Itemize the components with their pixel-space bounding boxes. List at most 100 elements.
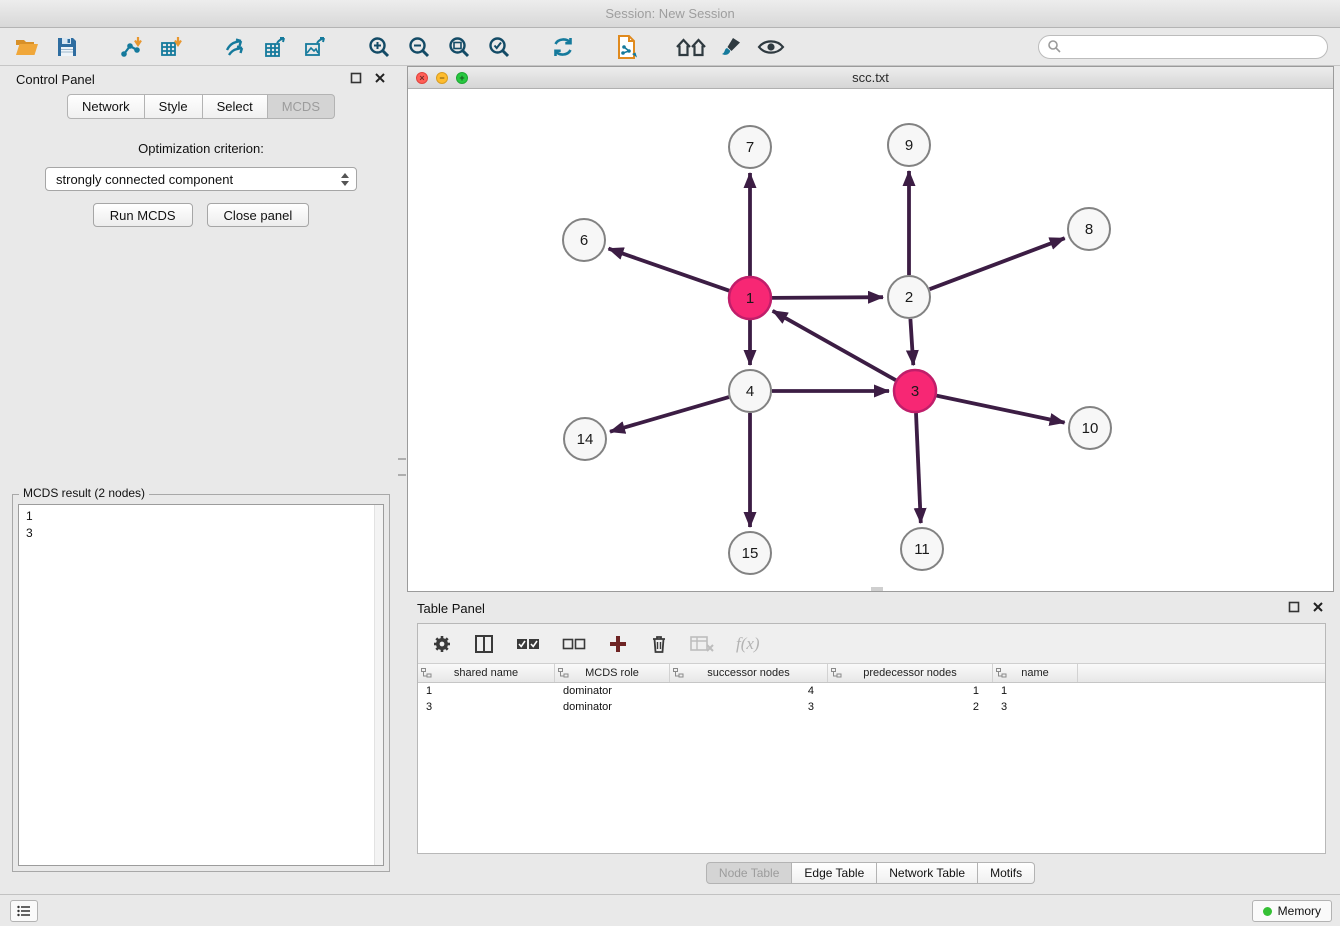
mcds-result-groupbox: MCDS result (2 nodes) 1 3 xyxy=(12,494,390,872)
result-scrollbar[interactable] xyxy=(374,505,383,865)
tab-network[interactable]: Network xyxy=(67,94,145,119)
close-window-icon[interactable]: × xyxy=(416,72,428,84)
table-cell[interactable]: 3 xyxy=(670,701,828,713)
column-header-shared-name[interactable]: shared name xyxy=(418,664,555,682)
search-input[interactable] xyxy=(1067,37,1327,57)
function-builder-icon[interactable]: f(x) xyxy=(736,634,760,654)
edge-3-10[interactable] xyxy=(937,396,1065,423)
column-header-successor-nodes[interactable]: successor nodes xyxy=(670,664,828,682)
table-cell[interactable]: 3 xyxy=(993,701,1078,713)
node-11[interactable]: 11 xyxy=(901,528,943,570)
svg-text:1: 1 xyxy=(746,290,754,307)
export-table-icon[interactable] xyxy=(258,30,292,64)
svg-text:10: 10 xyxy=(1082,420,1099,437)
edge-3-1[interactable] xyxy=(773,311,896,380)
table-cell[interactable]: 4 xyxy=(670,685,828,697)
trash-icon[interactable] xyxy=(650,634,668,654)
node-8[interactable]: 8 xyxy=(1068,208,1110,250)
node-2[interactable]: 2 xyxy=(888,276,930,318)
table-cell[interactable]: 1 xyxy=(993,685,1078,697)
deselect-all-icon[interactable] xyxy=(562,637,586,651)
zoom-in-icon[interactable] xyxy=(362,30,396,64)
node-9[interactable]: 9 xyxy=(888,124,930,166)
node-7[interactable]: 7 xyxy=(729,126,771,168)
float-panel-icon[interactable] xyxy=(350,72,362,87)
edge-2-3[interactable] xyxy=(910,319,913,365)
svg-text:8: 8 xyxy=(1085,221,1093,238)
gear-icon[interactable] xyxy=(432,634,452,654)
tab-select[interactable]: Select xyxy=(203,94,268,119)
zoom-out-icon[interactable] xyxy=(402,30,436,64)
criterion-dropdown[interactable]: strongly connected component xyxy=(45,167,357,191)
import-network-icon[interactable] xyxy=(114,30,148,64)
close-panel-button[interactable]: Close panel xyxy=(207,203,310,227)
table-tab-edge-table[interactable]: Edge Table xyxy=(792,862,877,884)
network-document-icon[interactable] xyxy=(610,30,644,64)
table-cell[interactable]: 3 xyxy=(418,701,555,713)
table-cell[interactable]: dominator xyxy=(555,701,670,713)
window-resize-handle[interactable] xyxy=(871,587,883,591)
select-all-icon[interactable] xyxy=(516,637,540,651)
export-image-icon[interactable] xyxy=(298,30,332,64)
delete-table-icon[interactable] xyxy=(690,635,714,653)
task-list-button[interactable] xyxy=(10,900,38,922)
table-tab-motifs[interactable]: Motifs xyxy=(978,862,1035,884)
memory-status-icon xyxy=(1263,907,1272,916)
edge-1-6[interactable] xyxy=(609,249,730,291)
save-icon[interactable] xyxy=(50,30,84,64)
search-box[interactable] xyxy=(1038,35,1328,59)
minimize-window-icon[interactable]: − xyxy=(436,72,448,84)
home-overview-icon[interactable] xyxy=(674,30,708,64)
table-cell[interactable]: 2 xyxy=(828,701,993,713)
add-row-icon[interactable] xyxy=(608,634,628,654)
column-header-name[interactable]: name xyxy=(993,664,1078,682)
network-canvas[interactable]: 7 9 6 8 1 2 4 3 14 10 15 11 xyxy=(408,89,1333,591)
table-cell[interactable]: 1 xyxy=(828,685,993,697)
sort-icon xyxy=(558,668,569,681)
edge-1-2[interactable] xyxy=(772,297,883,298)
node-3[interactable]: 3 xyxy=(894,370,936,412)
close-table-panel-icon[interactable] xyxy=(1312,601,1324,616)
run-mcds-button[interactable]: Run MCDS xyxy=(93,203,193,227)
column-header-MCDS-role[interactable]: MCDS role xyxy=(555,664,670,682)
table-cell[interactable]: 1 xyxy=(418,685,555,697)
import-table-icon[interactable] xyxy=(154,30,188,64)
sort-icon xyxy=(996,668,1007,681)
tab-mcds[interactable]: MCDS xyxy=(268,94,335,119)
columns-icon[interactable] xyxy=(474,634,494,654)
table-cell[interactable]: dominator xyxy=(555,685,670,697)
refresh-icon[interactable] xyxy=(546,30,580,64)
edge-4-14[interactable] xyxy=(610,397,729,432)
graph-svg: 7 9 6 8 1 2 4 3 14 10 15 11 xyxy=(408,89,1333,591)
close-panel-icon[interactable] xyxy=(374,72,386,87)
zoom-window-icon[interactable]: + xyxy=(456,72,468,84)
column-header-predecessor-nodes[interactable]: predecessor nodes xyxy=(828,664,993,682)
zoom-selected-icon[interactable] xyxy=(482,30,516,64)
table-row[interactable]: 1dominator411 xyxy=(418,683,1325,699)
share-network-icon[interactable] xyxy=(218,30,252,64)
main-toolbar xyxy=(0,28,1340,66)
panel-splitter[interactable] xyxy=(398,458,406,490)
node-4[interactable]: 4 xyxy=(729,370,771,412)
table-row[interactable]: 3dominator323 xyxy=(418,699,1325,715)
node-14[interactable]: 14 xyxy=(564,418,606,460)
eye-icon[interactable] xyxy=(754,30,788,64)
tab-style[interactable]: Style xyxy=(145,94,203,119)
open-folder-icon[interactable] xyxy=(10,30,44,64)
node-6[interactable]: 6 xyxy=(563,219,605,261)
mcds-result-area[interactable]: 1 3 xyxy=(18,504,384,866)
svg-text:15: 15 xyxy=(742,545,759,562)
optimization-criterion-label: Optimization criterion: xyxy=(6,141,396,156)
node-1[interactable]: 1 xyxy=(729,277,771,319)
paint-style-icon[interactable] xyxy=(714,30,748,64)
node-10[interactable]: 10 xyxy=(1069,407,1111,449)
table-tab-node-table[interactable]: Node Table xyxy=(706,862,793,884)
edge-3-11[interactable] xyxy=(916,413,921,523)
svg-text:6: 6 xyxy=(580,232,588,249)
edge-2-8[interactable] xyxy=(930,238,1065,289)
memory-button[interactable]: Memory xyxy=(1252,900,1332,922)
node-15[interactable]: 15 xyxy=(729,532,771,574)
zoom-fit-icon[interactable] xyxy=(442,30,476,64)
table-tab-network-table[interactable]: Network Table xyxy=(877,862,978,884)
float-table-panel-icon[interactable] xyxy=(1288,601,1300,616)
